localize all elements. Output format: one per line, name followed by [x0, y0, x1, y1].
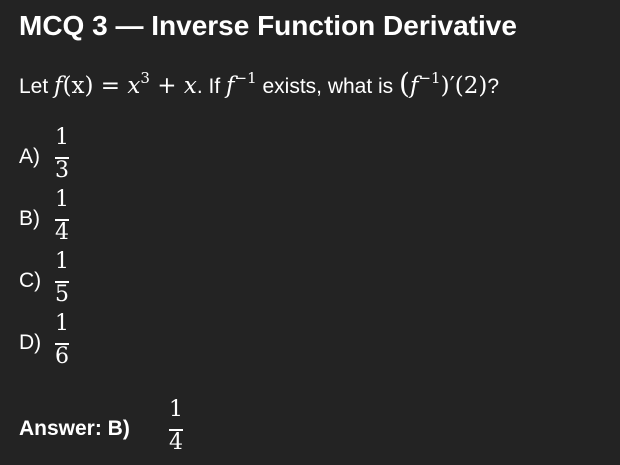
- option-d[interactable]: D) 1 6: [19, 310, 139, 370]
- derivative-close-eval: )′(2): [440, 73, 488, 99]
- question-text: Let f(x) = x3 + x. If f−1 exists, what i…: [19, 64, 499, 107]
- option-a[interactable]: A) 1 3: [19, 124, 139, 184]
- term-x-cubed-base: x: [127, 73, 141, 99]
- inverse-function: f−1: [226, 71, 257, 100]
- page-title: MCQ 3 — Inverse Function Derivative: [19, 10, 517, 41]
- question-prefix: Let: [19, 75, 49, 98]
- option-label: B): [19, 207, 40, 230]
- fraction-numerator: 1: [169, 397, 183, 422]
- fraction-denominator: 6: [55, 344, 69, 369]
- fraction-numerator: 1: [55, 125, 69, 150]
- open-paren: (: [399, 67, 410, 100]
- fraction-numerator: 1: [55, 249, 69, 274]
- equals-sign: =: [93, 73, 128, 99]
- option-label: C): [19, 269, 42, 292]
- fraction-denominator: 3: [55, 158, 69, 183]
- option-fraction: 1 3: [51, 124, 73, 184]
- fraction-numerator: 1: [55, 187, 69, 212]
- inverse-exponent: −1: [234, 69, 257, 87]
- fraction-denominator: 5: [55, 282, 69, 307]
- inverse-derivative: (f−1)′(2): [399, 67, 488, 100]
- function-arg: (x): [62, 73, 94, 99]
- answer-fraction: 1 4: [165, 396, 187, 456]
- option-label: A): [19, 145, 40, 168]
- answer-label: Answer: B): [19, 417, 130, 440]
- mcq-page: MCQ 3 — Inverse Function Derivative Let …: [0, 0, 620, 465]
- option-b[interactable]: B) 1 4: [19, 186, 139, 246]
- option-fraction: 1 6: [51, 310, 73, 370]
- option-label: D): [19, 331, 42, 354]
- fraction-denominator: 4: [55, 220, 69, 245]
- answer-line: Answer: B) 1 4: [19, 396, 219, 456]
- fraction-denominator: 4: [169, 430, 183, 455]
- if-text: If: [202, 75, 226, 98]
- question-mark: ?: [487, 75, 500, 98]
- exists-text: exists, what is: [256, 75, 400, 98]
- term-x-cubed-exponent: 3: [140, 69, 150, 87]
- function-definition: f(x) = x3 + x: [54, 71, 197, 100]
- term-x: x: [183, 73, 197, 99]
- inverse-name: f: [226, 73, 235, 99]
- option-c[interactable]: C) 1 5: [19, 248, 139, 308]
- fraction-numerator: 1: [55, 311, 69, 336]
- plus-sign: +: [149, 73, 184, 99]
- option-fraction: 1 5: [51, 248, 73, 308]
- function-name: f: [54, 73, 63, 99]
- option-fraction: 1 4: [51, 186, 73, 246]
- derivative-exponent: −1: [418, 69, 441, 87]
